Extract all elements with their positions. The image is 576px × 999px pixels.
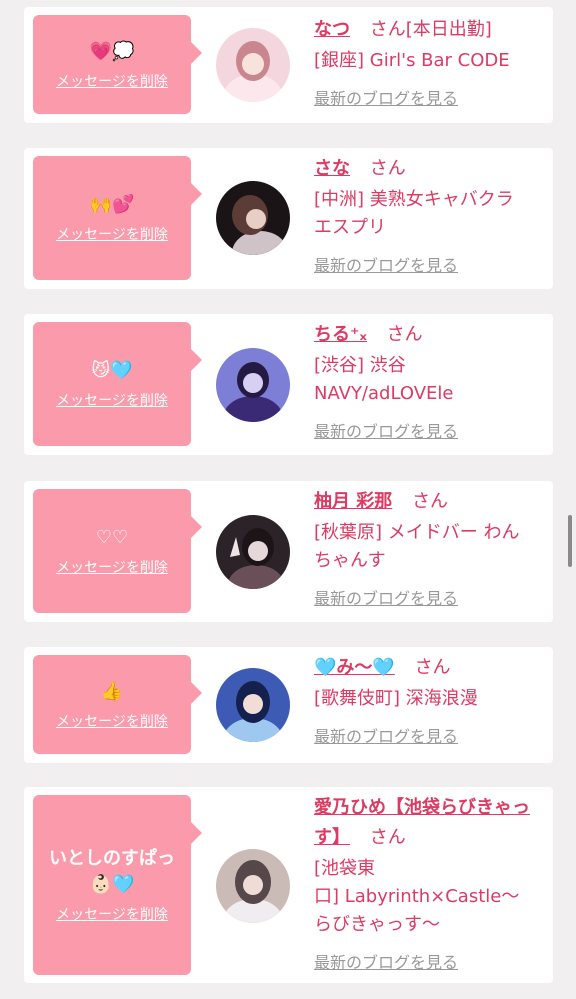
delete-message-link[interactable]: メッセージを削除 [56,711,168,731]
shop-name: [池袋東 口] Labyrinth×Castle〜 らびきゃっす〜 [314,855,547,939]
cast-name-link[interactable]: 柚月 彩那 [314,491,392,512]
message-text: 😼🩵 [91,360,133,381]
message-card: ♡♡ メッセージを削除 柚月 彩那 さん [秋葉原] メイドバー わん ちゃんす… [24,481,553,622]
honorific: さん [412,491,449,512]
honorific: さん [369,158,406,179]
shop-line: [中洲] 美熟女キャバクラ [314,189,514,210]
avatar[interactable] [216,348,290,422]
avatar-photo [216,515,290,589]
delete-message-link[interactable]: メッセージを削除 [56,390,168,410]
message-card: 👍 メッセージを削除 🩵み〜🩵 さん [歌舞伎町] 深海浪漫 最新のブログを見る [24,647,553,763]
avatar-face [248,541,268,561]
shop-name: [秋葉原] メイドバー わん ちゃんす [314,519,547,575]
message-bubble: ♡♡ メッセージを削除 [33,489,202,613]
avatar[interactable] [216,849,290,923]
cast-info: 愛乃ひめ【池袋らびきゃっす】 さん [池袋東 口] Labyrinth×Cast… [314,793,547,973]
shop-line: [秋葉原] メイドバー わん [314,522,520,543]
honorific: さん [369,827,406,848]
cast-info: 🩵み〜🩵 さん [歌舞伎町] 深海浪漫 最新のブログを見る [314,653,547,747]
shop-line: エスプリ [314,217,386,238]
latest-blog-link[interactable]: 最新のブログを見る [314,585,458,609]
delete-message-link[interactable]: メッセージを削除 [56,224,168,244]
avatar-photo [216,849,290,923]
message-bubble: 🙌💕 メッセージを削除 [33,156,202,280]
name-line: ちる⁺ₓ さん [314,320,547,350]
message-bubble: 💗💭 メッセージを削除 [33,15,202,114]
shop-name: [銀座] Girl's Bar CODE [314,47,547,75]
honorific: さん [369,19,406,40]
cast-info: さな さん [中洲] 美熟女キャバクラ エスプリ 最新のブログを見る [314,154,547,276]
avatar[interactable] [216,515,290,589]
message-bubble: 😼🩵 メッセージを削除 [33,322,202,446]
honorific: さん [414,657,451,678]
message-card: 😼🩵 メッセージを削除 ちる⁺ₓ さん [渋谷] 渋谷 NAVY/adLOVEl… [24,314,553,455]
message-card: いとしのすぱっ👶🏻🩵 メッセージを削除 愛乃ひめ【池袋らびきゃっす】 さん [池… [24,787,553,983]
shop-line: [銀座] Girl's Bar CODE [314,50,510,71]
honorific: さん [386,324,423,345]
latest-blog-link[interactable]: 最新のブログを見る [314,252,458,276]
avatar[interactable] [216,181,290,255]
name-line: 柚月 彩那 さん [314,487,547,517]
name-line: さな さん [314,154,547,184]
cast-name-link[interactable]: 愛乃ひめ【池袋らびきゃっす】 [314,797,530,848]
message-text: 👍 [100,680,124,702]
latest-blog-link[interactable]: 最新のブログを見る [314,85,458,109]
avatar[interactable] [216,28,290,102]
message-text: ♡♡ [95,527,129,548]
shop-line: 口] Labyrinth×Castle〜 [314,886,520,907]
shop-name: [歌舞伎町] 深海浪漫 [314,685,547,713]
delete-message-link[interactable]: メッセージを削除 [56,904,168,924]
message-text: いとしのすぱっ👶🏻🩵 [49,848,175,895]
cast-info: ちる⁺ₓ さん [渋谷] 渋谷 NAVY/adLOVEle 最新のブログを見る [314,320,547,442]
avatar-photo [216,668,290,742]
latest-blog-link[interactable]: 最新のブログを見る [314,418,458,442]
delete-message-link[interactable]: メッセージを削除 [56,557,168,577]
shop-line: NAVY/adLOVEle [314,383,454,404]
message-bubble: いとしのすぱっ👶🏻🩵 メッセージを削除 [33,795,202,975]
shop-line: [歌舞伎町] 深海浪漫 [314,688,478,709]
message-bubble: 👍 メッセージを削除 [33,655,202,754]
name-line: 愛乃ひめ【池袋らびきゃっす】 さん [314,793,547,853]
avatar-photo [216,181,290,255]
avatar[interactable] [216,668,290,742]
shop-name: [中洲] 美熟女キャバクラ エスプリ [314,186,547,242]
cast-name-link[interactable]: さな [314,158,350,179]
message-card: 🙌💕 メッセージを削除 さな さん [中洲] 美熟女キャバクラ エスプリ 最新の… [24,148,553,289]
latest-blog-link[interactable]: 最新のブログを見る [314,723,458,747]
shop-line: らびきゃっす〜 [314,914,440,935]
message-card: 💗💭 メッセージを削除 なつ さん[本日出勤] [銀座] Girl's Bar … [24,7,553,123]
cast-name-link[interactable]: 🩵み〜🩵 [314,657,395,678]
avatar-face [243,373,263,393]
name-line: なつ さん[本日出勤] [314,15,547,45]
message-text: 💗💭 [89,40,135,62]
shop-line: ちゃんす [314,550,386,571]
cast-name-link[interactable]: なつ [314,19,350,40]
working-today-badge: [本日出勤] [405,19,492,40]
latest-blog-link[interactable]: 最新のブログを見る [314,949,458,973]
avatar-photo [216,348,290,422]
cast-name-link[interactable]: ちる⁺ₓ [314,324,367,345]
cast-info: なつ さん[本日出勤] [銀座] Girl's Bar CODE 最新のブログを… [314,15,547,109]
name-line: 🩵み〜🩵 さん [314,653,547,683]
shop-line: [池袋東 [314,858,376,879]
cast-info: 柚月 彩那 さん [秋葉原] メイドバー わん ちゃんす 最新のブログを見る [314,487,547,609]
shop-name: [渋谷] 渋谷 NAVY/adLOVEle [314,352,547,408]
shop-line: [渋谷] 渋谷 [314,355,406,376]
avatar-photo [216,28,290,102]
scrollbar[interactable] [568,515,572,567]
message-text: 🙌💕 [89,194,135,215]
delete-message-link[interactable]: メッセージを削除 [56,71,168,91]
